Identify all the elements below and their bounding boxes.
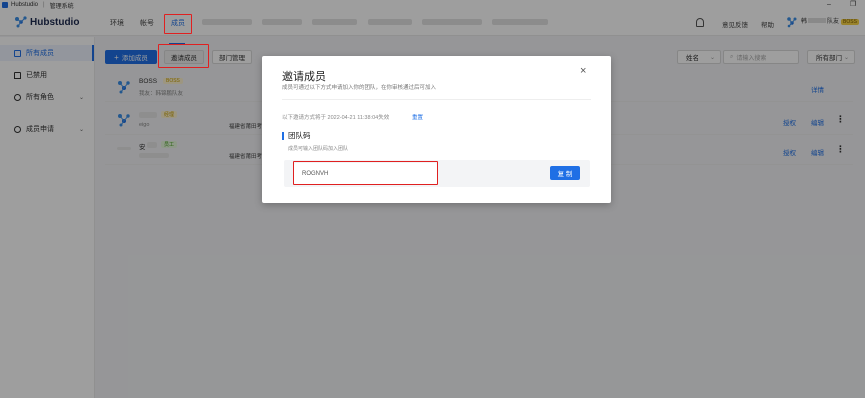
dialog-title: 邀请成员 (282, 71, 326, 83)
highlight-box-members-nav (164, 14, 192, 34)
section-title: 团队码 (282, 132, 311, 140)
highlight-box-invite-button (158, 44, 209, 68)
divider (282, 99, 591, 100)
reset-link[interactable]: 重置 (412, 113, 423, 121)
expire-notice: 以下邀请方式将于 2022-04-21 11:38:04失效 (282, 115, 390, 121)
highlight-box-team-code (293, 161, 438, 185)
dialog-subtitle: 成员可通过以下方式申请加入你的团队，在你审核通过后可加入 (282, 85, 437, 91)
copy-button[interactable]: 复 制 (550, 166, 580, 180)
close-icon[interactable]: × (580, 65, 586, 77)
section-subtitle: 成员可输入团队码加入团队 (288, 146, 349, 152)
